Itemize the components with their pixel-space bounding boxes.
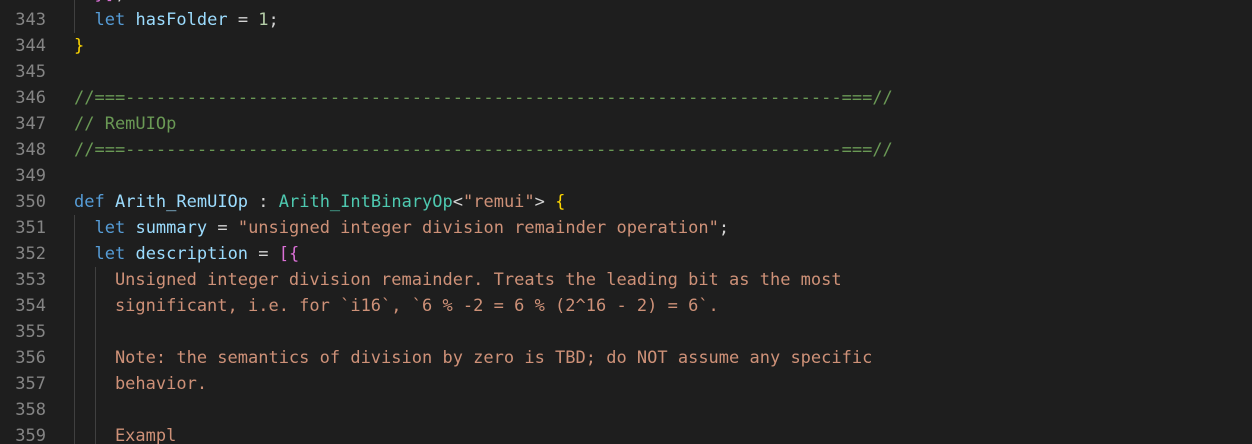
code-token: ; bbox=[718, 218, 730, 238]
code-token: //===-----------------------------------… bbox=[74, 88, 893, 108]
code-token: hasFolder bbox=[135, 10, 228, 30]
code-line[interactable]: 351 let summary = "unsigned integer divi… bbox=[0, 215, 1252, 241]
line-number: 347 bbox=[15, 114, 46, 134]
code-line[interactable]: 357 behavior. bbox=[0, 371, 1252, 397]
code-line[interactable]: 354 significant, i.e. for `i16`, `6 % -2… bbox=[0, 293, 1252, 319]
line-number: 346 bbox=[15, 88, 46, 108]
line-number: 358 bbox=[15, 400, 46, 420]
code-token: Note: the semantics of division by zero … bbox=[74, 348, 873, 368]
code-token: : bbox=[248, 192, 279, 212]
code-token: "remui" bbox=[463, 192, 535, 212]
code-text[interactable]: let hasFolder = 1; bbox=[74, 7, 279, 33]
code-text[interactable]: //===-----------------------------------… bbox=[74, 85, 893, 111]
code-text[interactable]: let summary = "unsigned integer division… bbox=[74, 215, 729, 241]
line-number: 351 bbox=[15, 218, 46, 238]
code-line[interactable]: 356 Note: the semantics of division by z… bbox=[0, 345, 1252, 371]
code-token: < bbox=[452, 192, 463, 212]
code-token: description bbox=[135, 244, 249, 264]
line-number: 348 bbox=[15, 140, 46, 160]
code-line[interactable]: 355 bbox=[0, 319, 1252, 345]
code-token: //===-----------------------------------… bbox=[74, 140, 893, 160]
code-text[interactable]: significant, i.e. for `i16`, `6 % -2 = 6… bbox=[74, 293, 719, 319]
code-token: def bbox=[74, 192, 105, 212]
code-text[interactable]: let description = [{ bbox=[74, 241, 299, 267]
code-token: let bbox=[94, 218, 126, 238]
line-number: 359 bbox=[15, 426, 46, 444]
code-token: }] bbox=[94, 0, 114, 4]
code-line[interactable]: 345 bbox=[0, 59, 1252, 85]
code-line[interactable]: 358 bbox=[0, 397, 1252, 423]
line-number: 355 bbox=[15, 322, 46, 342]
code-token: = bbox=[248, 244, 279, 264]
code-text[interactable]: def Arith_RemUIOp : Arith_IntBinaryOp<"r… bbox=[74, 189, 565, 215]
line-number: 343 bbox=[15, 10, 46, 30]
line-number: 342 bbox=[0, 0, 46, 7]
code-token: 1 bbox=[258, 10, 269, 30]
line-number: 357 bbox=[15, 374, 46, 394]
code-token: } bbox=[74, 36, 85, 56]
line-number: 354 bbox=[15, 296, 46, 316]
code-line[interactable]: 346 //===--------------------------------… bbox=[0, 85, 1252, 111]
code-token: = bbox=[227, 10, 259, 30]
code-token: { bbox=[555, 192, 566, 212]
code-line[interactable]: 359 Exampl bbox=[0, 423, 1252, 444]
code-token: Unsigned integer division remainder. Tre… bbox=[74, 270, 842, 290]
code-text[interactable]: Note: the semantics of division by zero … bbox=[74, 345, 872, 371]
code-token: Arith_IntBinaryOp bbox=[278, 192, 453, 212]
indent-guide bbox=[95, 319, 96, 345]
code-token: [{ bbox=[278, 244, 300, 264]
code-token: = bbox=[207, 218, 238, 238]
code-line[interactable]: 353 Unsigned integer division remainder.… bbox=[0, 267, 1252, 293]
code-text[interactable]: Exampl bbox=[74, 423, 176, 444]
line-number: 345 bbox=[15, 62, 46, 82]
line-number: 344 bbox=[15, 36, 46, 56]
code-token: // RemUIOp bbox=[74, 114, 177, 134]
code-token: summary bbox=[135, 218, 208, 238]
code-token: let bbox=[94, 244, 126, 264]
code-text[interactable]: Unsigned integer division remainder. Tre… bbox=[74, 267, 842, 293]
code-line[interactable]: 342 }]; bbox=[0, 0, 1252, 7]
line-number: 349 bbox=[15, 166, 46, 186]
line-number: 353 bbox=[15, 270, 46, 290]
line-number: 352 bbox=[15, 244, 46, 264]
code-token: ; bbox=[268, 10, 279, 30]
code-text[interactable]: //===-----------------------------------… bbox=[74, 137, 893, 163]
indent-guide bbox=[95, 397, 96, 423]
code-line[interactable]: 344} bbox=[0, 33, 1252, 59]
indent-guide bbox=[74, 319, 75, 345]
code-text[interactable]: } bbox=[74, 33, 84, 59]
code-line[interactable]: 348 //===--------------------------------… bbox=[0, 137, 1252, 163]
line-number: 350 bbox=[15, 192, 46, 212]
code-editor[interactable]: 342 }];343 let hasFolder = 1;344}345346/… bbox=[0, 0, 1252, 444]
indent-guide bbox=[74, 397, 75, 423]
code-text[interactable]: behavior. bbox=[74, 371, 207, 397]
code-line[interactable]: 343 let hasFolder = 1; bbox=[0, 7, 1252, 33]
code-line[interactable]: 352 let description = [{ bbox=[0, 241, 1252, 267]
code-token: let bbox=[94, 10, 126, 30]
line-number: 356 bbox=[15, 348, 46, 368]
code-token: > bbox=[534, 192, 556, 212]
code-token: ; bbox=[115, 0, 125, 4]
code-lines[interactable]: 342 }];343 let hasFolder = 1;344}345346/… bbox=[0, 0, 1252, 444]
code-line[interactable]: 350 def Arith_RemUIOp : Arith_IntBinaryOp… bbox=[0, 189, 1252, 215]
code-line[interactable]: 347 // RemUIOp bbox=[0, 111, 1252, 137]
code-token: Exampl bbox=[74, 426, 177, 444]
code-token: Arith_RemUIOp bbox=[114, 192, 249, 212]
code-token: significant, i.e. for `i16`, `6 % -2 = 6… bbox=[74, 296, 719, 316]
code-text[interactable]: // RemUIOp bbox=[74, 111, 176, 137]
code-token: behavior. bbox=[74, 374, 208, 394]
code-line[interactable]: 349 bbox=[0, 163, 1252, 189]
code-token: "unsigned integer division remainder ope… bbox=[237, 218, 719, 238]
code-text[interactable]: }]; bbox=[74, 0, 125, 7]
